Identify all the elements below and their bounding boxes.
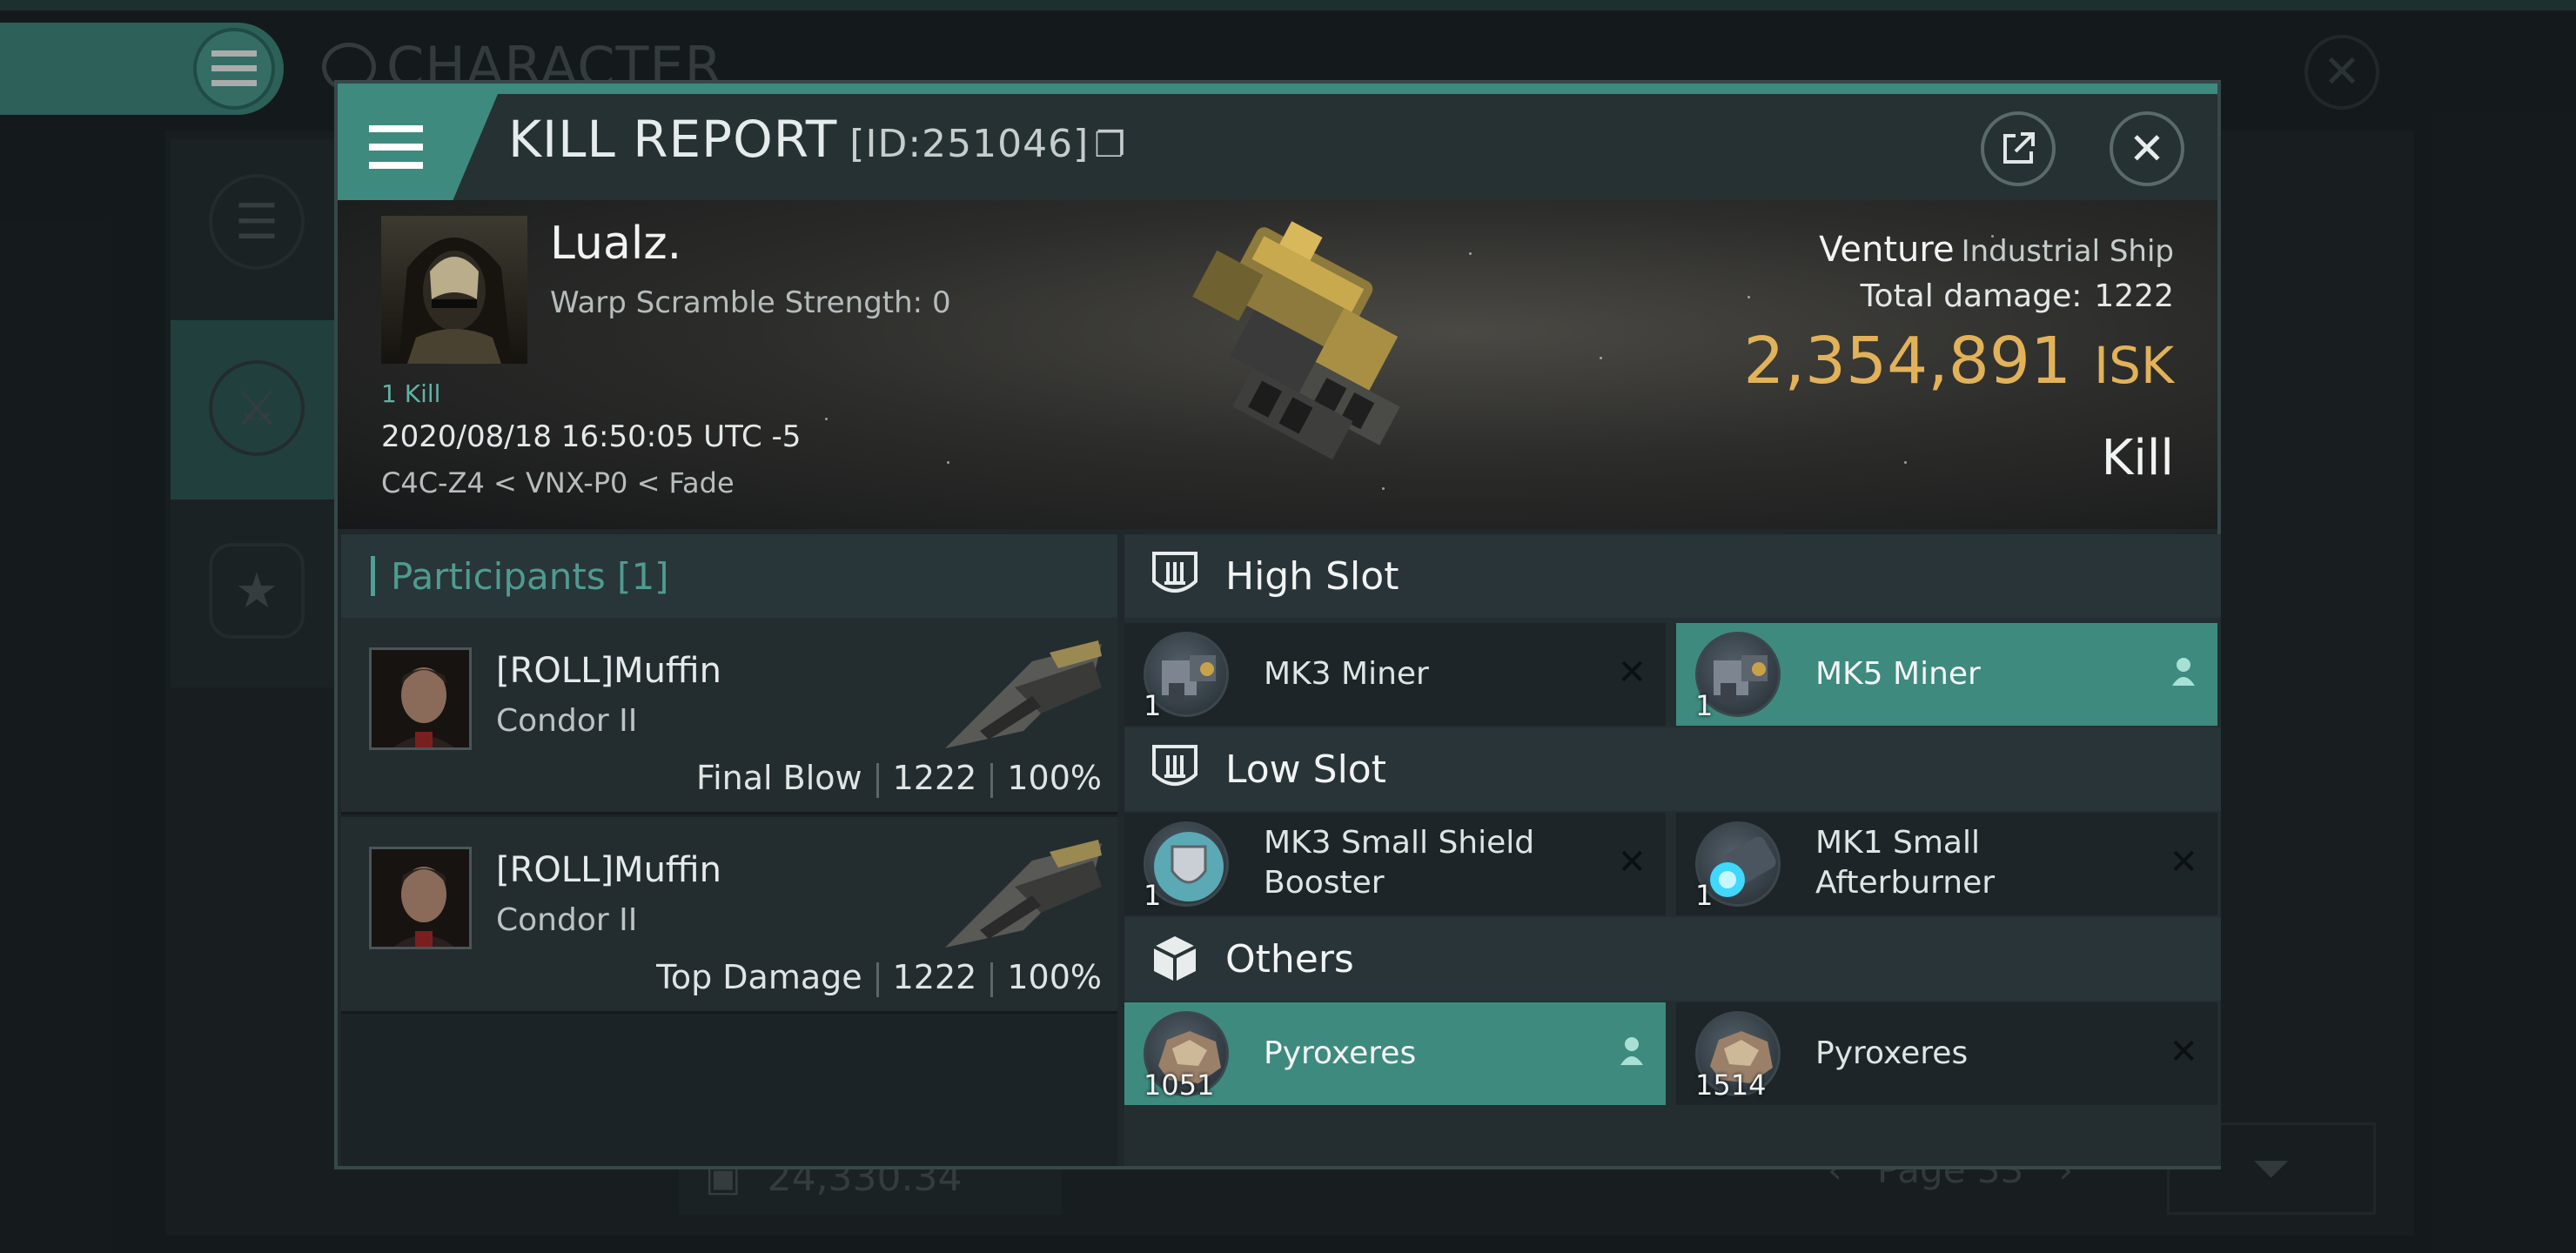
high-slot-icon bbox=[1152, 552, 1197, 593]
others-header: Others bbox=[1124, 917, 2221, 1001]
module-quantity: 1 bbox=[1695, 689, 1714, 722]
kill-id: [ID:251046] bbox=[849, 122, 1090, 166]
participant-ship: Condor II bbox=[496, 902, 638, 938]
dialog-menu-button[interactable] bbox=[338, 94, 498, 200]
dialog-header: KILL REPORT [ID:251046] ❐ ✕ bbox=[338, 94, 2217, 200]
dialog-title-text: KILL REPORT bbox=[508, 110, 838, 169]
warp-scramble-strength: Warp Scramble Strength: 0 bbox=[550, 285, 951, 320]
tab-indicator bbox=[371, 556, 375, 596]
dropped-person-icon bbox=[1620, 1037, 1643, 1065]
participant-percent: 100% bbox=[1007, 958, 1102, 996]
low-slot-icon bbox=[1152, 745, 1197, 786]
cargo-box-icon bbox=[1153, 936, 1197, 982]
dropped-person-icon bbox=[2172, 658, 2195, 686]
victim-avatar[interactable] bbox=[381, 216, 527, 364]
module-item[interactable]: 1 MK3 Small Shield Booster ✕ bbox=[1124, 813, 1666, 915]
module-item[interactable]: 1 MK3 Miner ✕ bbox=[1124, 623, 1666, 726]
kill-location[interactable]: C4C-Z4 < VNX-P0 < Fade bbox=[381, 466, 735, 499]
participant-ship: Condor II bbox=[496, 703, 638, 739]
external-link-icon bbox=[2003, 132, 2035, 164]
cargo-item[interactable]: 1051 Pyroxeres bbox=[1124, 1002, 1666, 1105]
condor-ship-image bbox=[945, 640, 1102, 748]
participant-name: [ROLL]Muffin bbox=[496, 850, 721, 890]
participant-row[interactable]: [ROLL]Muffin Condor II Final Blow 1222 100… bbox=[341, 618, 1117, 814]
hamburger-icon bbox=[369, 125, 423, 169]
victim-banner: Lualz. Warp Scramble Strength: 0 1 Kill … bbox=[338, 200, 2217, 529]
close-icon: ✕ bbox=[2129, 124, 2165, 174]
dialog-top-accent bbox=[338, 84, 2217, 94]
participant-name: [ROLL]Muffin bbox=[496, 651, 721, 691]
kill-count: 1 Kill bbox=[381, 379, 441, 408]
hooded-pilot-image bbox=[399, 238, 512, 364]
participant-percent: 100% bbox=[1007, 759, 1102, 797]
participant-damage: 1222 bbox=[892, 759, 977, 797]
others-label: Others bbox=[1225, 936, 1354, 982]
total-damage-value: 1222 bbox=[2094, 278, 2174, 314]
participant-avatar bbox=[369, 847, 472, 949]
participant-damage: 1222 bbox=[892, 958, 977, 996]
close-button[interactable]: ✕ bbox=[2110, 111, 2184, 186]
high-slot-header: High Slot bbox=[1124, 534, 2221, 618]
module-name: MK3 Small Shield Booster bbox=[1264, 825, 1535, 901]
participant-stats: Final Blow 1222 100% bbox=[696, 759, 1102, 798]
participants-header[interactable]: Participants [1] bbox=[341, 534, 1117, 618]
cargo-name: Pyroxeres bbox=[1815, 1035, 1969, 1071]
module-item[interactable]: 1 MK1 Small Afterburner ✕ bbox=[1676, 813, 2217, 915]
isk-value: 2,354,891 ISK bbox=[1743, 324, 2174, 399]
destroyed-icon: ✕ bbox=[2169, 842, 2198, 882]
low-slot-header: Low Slot bbox=[1124, 727, 2221, 811]
cargo-item[interactable]: 1514 Pyroxeres ✕ bbox=[1676, 1002, 2217, 1105]
pilot-portrait-image bbox=[372, 650, 469, 747]
ship-name: Venture bbox=[1819, 230, 1955, 270]
victim-name: Lualz. bbox=[550, 218, 682, 270]
low-slot-label: Low Slot bbox=[1225, 747, 1386, 792]
kill-report-dialog: KILL REPORT [ID:251046] ❐ ✕ Lualz. Warp Sc… bbox=[334, 80, 2221, 1169]
participant-role: Top Damage bbox=[656, 958, 862, 996]
pilot-portrait-image bbox=[372, 849, 469, 947]
module-item[interactable]: 1 MK5 Miner bbox=[1676, 623, 2217, 726]
destroyed-icon: ✕ bbox=[1617, 842, 1647, 882]
kill-result: Kill bbox=[2101, 430, 2174, 486]
participants-panel: Participants [1] [ROLL]Muffin Condor II … bbox=[341, 534, 1117, 1166]
copy-icon[interactable]: ❐ bbox=[1094, 125, 1126, 165]
isk-amount: 2,354,891 bbox=[1743, 324, 2072, 399]
kill-datetime: 2020/08/18 16:50:05 UTC -5 bbox=[381, 419, 802, 454]
module-quantity: 1 bbox=[1144, 689, 1162, 722]
module-name: MK5 Miner bbox=[1815, 656, 1981, 692]
dialog-title: KILL REPORT [ID:251046] ❐ bbox=[508, 110, 1126, 169]
destroyed-icon: ✕ bbox=[2169, 1032, 2198, 1072]
total-damage-label: Total damage: bbox=[1860, 278, 2083, 314]
fitting-panel: High Slot 1 MK3 Miner ✕ 1 MK5 Miner Low … bbox=[1124, 534, 2221, 1166]
module-quantity: 1 bbox=[1144, 879, 1162, 912]
venture-ship-image bbox=[1192, 221, 1400, 460]
module-quantity: 1 bbox=[1695, 879, 1714, 912]
share-button[interactable] bbox=[1981, 111, 2056, 186]
participants-header-label: Participants [1] bbox=[391, 554, 669, 598]
participant-row[interactable]: [ROLL]Muffin Condor II Top Damage 1222 100… bbox=[341, 817, 1117, 1014]
destroyed-icon: ✕ bbox=[1617, 653, 1647, 693]
ship-class: Industrial Ship bbox=[1961, 234, 2174, 269]
module-name: MK3 Miner bbox=[1264, 656, 1429, 692]
cargo-name: Pyroxeres bbox=[1264, 1035, 1417, 1071]
isk-unit: ISK bbox=[2094, 336, 2174, 395]
total-damage: Total damage: 1222 bbox=[1861, 278, 2174, 314]
cargo-quantity: 1051 bbox=[1144, 1069, 1215, 1102]
participant-stats: Top Damage 1222 100% bbox=[656, 958, 1102, 997]
module-name: MK1 Small Afterburner bbox=[1815, 825, 1996, 901]
high-slot-label: High Slot bbox=[1225, 553, 1399, 599]
condor-ship-image bbox=[945, 840, 1102, 948]
participant-avatar bbox=[369, 647, 472, 750]
participant-role: Final Blow bbox=[696, 759, 862, 797]
ship-info: Venture Industrial Ship bbox=[1819, 230, 2174, 270]
cargo-quantity: 1514 bbox=[1695, 1069, 1767, 1102]
